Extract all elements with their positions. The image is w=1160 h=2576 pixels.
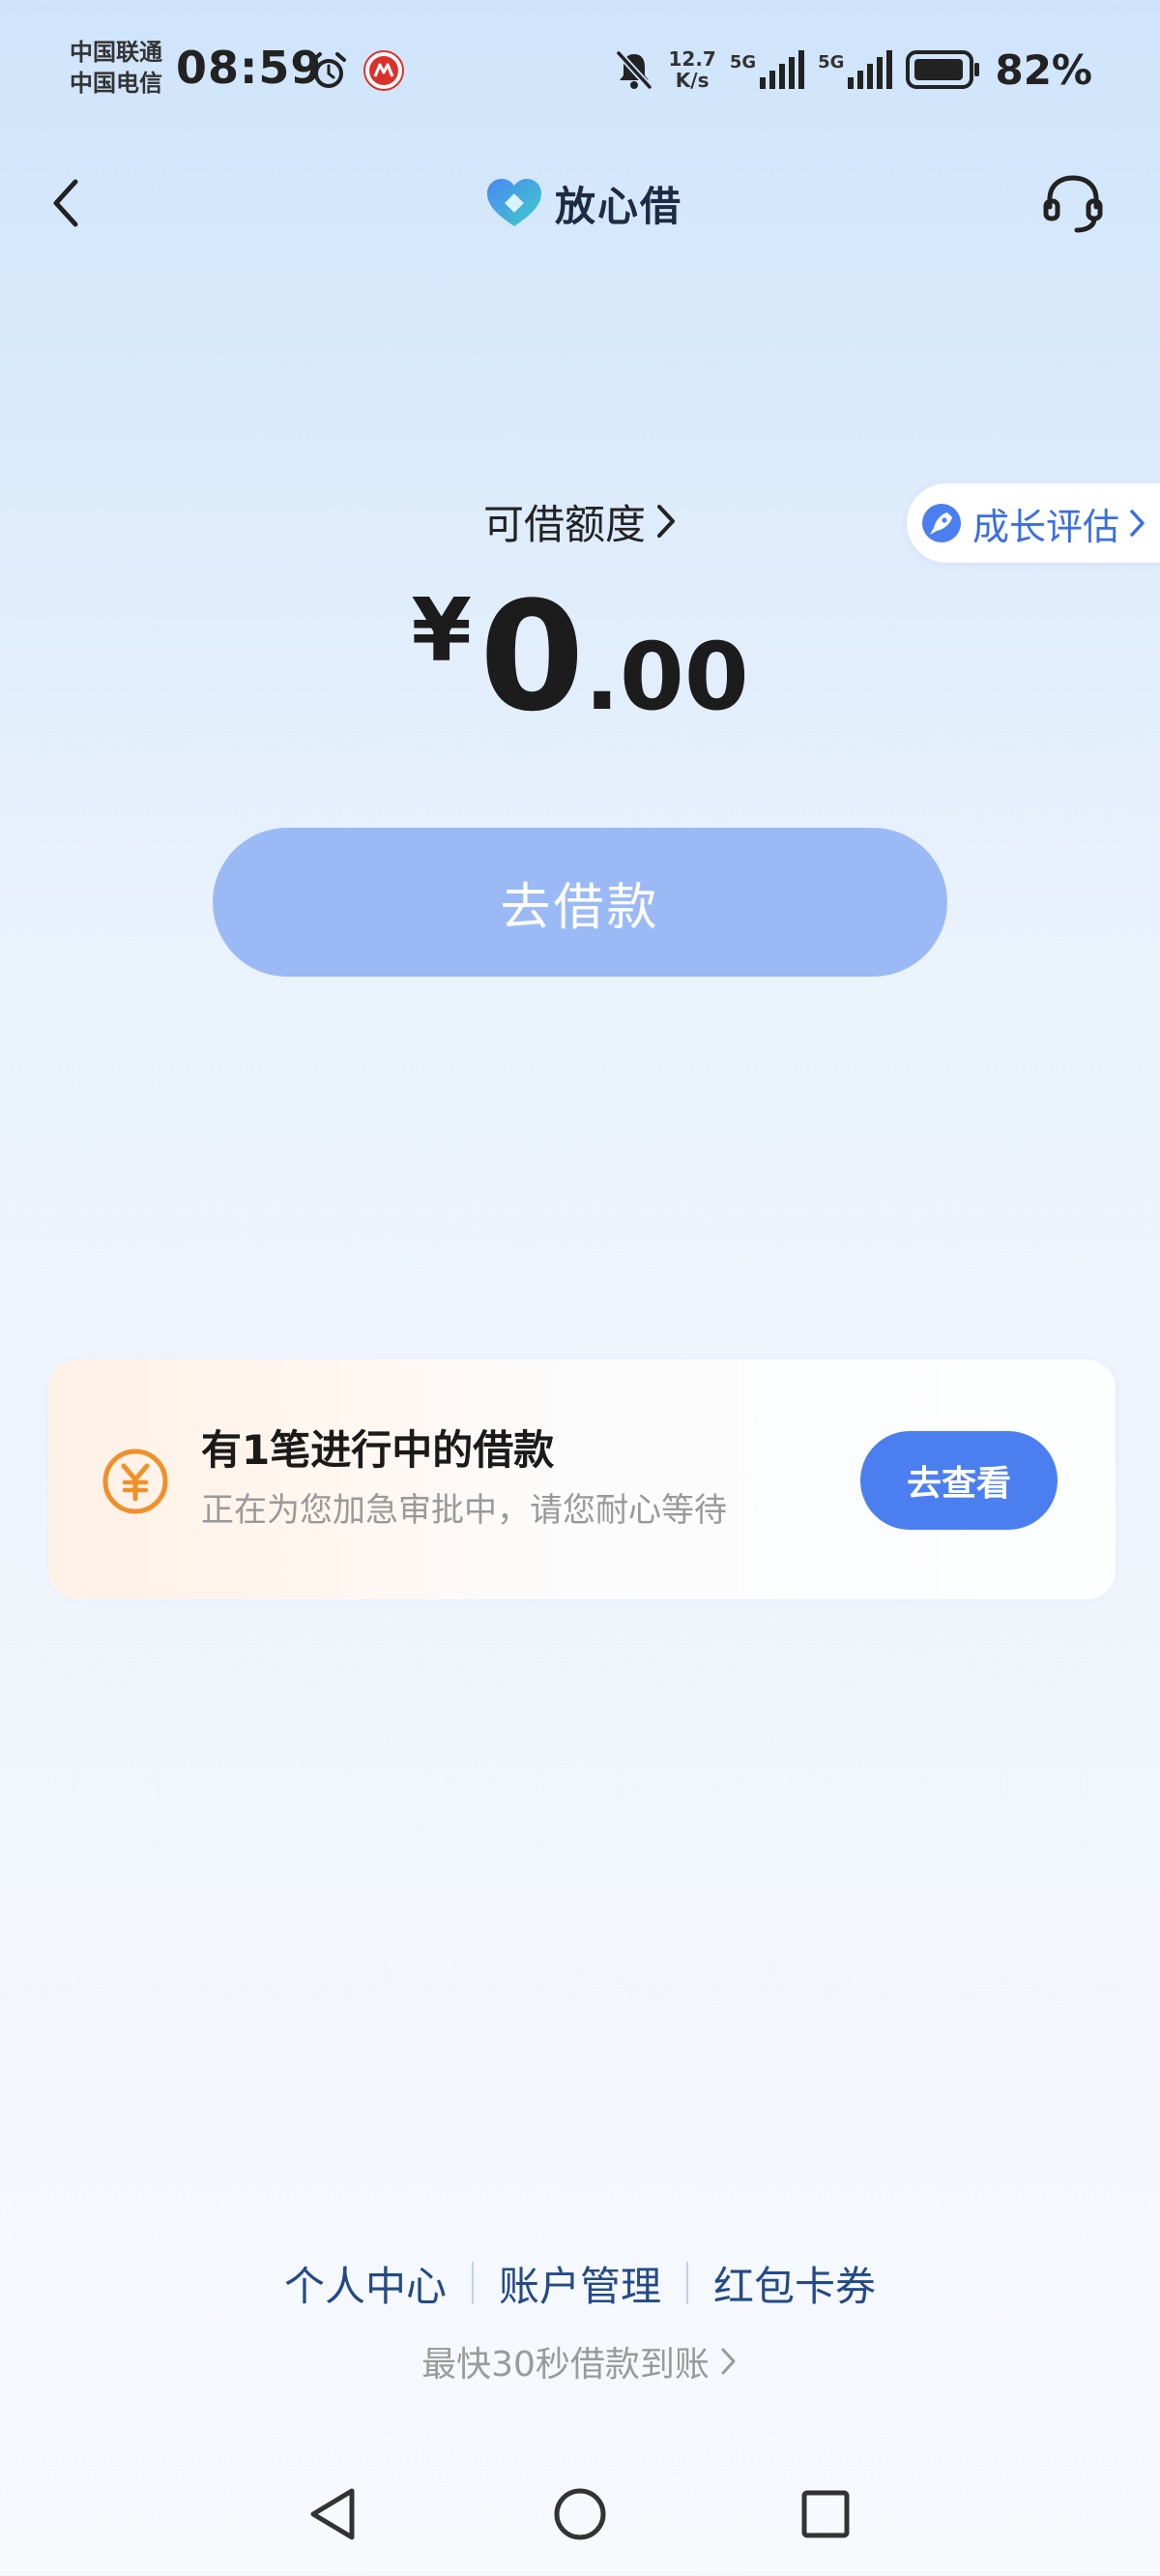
carrier-1: 中国联通 <box>70 39 162 66</box>
app-name: 放心借 <box>555 182 683 230</box>
signal-2-label: 5G <box>818 52 845 73</box>
signal-1-label: 5G <box>729 52 757 73</box>
battery-icon <box>906 50 980 89</box>
tagline-link[interactable]: 最快30秒借款到账 <box>0 2334 1160 2388</box>
signal-bars-icon <box>848 50 893 89</box>
amount-integer: 0 <box>479 569 585 745</box>
recents-square-icon[interactable] <box>777 2466 874 2562</box>
yuan-coin-icon <box>102 1449 168 1514</box>
bank-app-icon <box>363 50 404 91</box>
growth-assessment-label: 成长评估 <box>972 505 1120 548</box>
footer-link-personal-center[interactable]: 个人中心 <box>259 2254 472 2313</box>
borrow-button[interactable]: 去借款 <box>213 828 947 977</box>
app-brand: 放心借 <box>483 170 682 236</box>
credit-limit-label: 可借额度 <box>482 500 646 548</box>
system-navigation-bar <box>0 2466 1160 2562</box>
currency-symbol: ¥ <box>411 580 472 682</box>
status-bar: 中国联通 中国电信 08:59 12.7 K/s 5G 5G 82% <box>0 0 1160 145</box>
headset-icon[interactable] <box>1038 168 1108 238</box>
net-speed-unit: K/s <box>675 69 710 92</box>
mute-bell-icon <box>616 50 653 90</box>
chevron-left-icon[interactable] <box>39 170 93 236</box>
carrier-info: 中国联通 中国电信 <box>70 37 162 99</box>
signal-1: 5G <box>729 50 805 89</box>
back-triangle-icon[interactable] <box>286 2466 383 2562</box>
chevron-right-icon <box>1130 510 1145 537</box>
credit-amount: ¥0.00 <box>0 569 1160 745</box>
status-icons: 12.7 K/s 5G 5G 82% <box>614 43 1092 97</box>
amount-decimal: .00 <box>584 623 749 731</box>
growth-assessment-badge[interactable]: 成长评估 <box>907 483 1160 563</box>
footer-link-coupons[interactable]: 红包卡券 <box>688 2254 901 2313</box>
network-speed: 12.7 K/s <box>668 48 715 91</box>
alarm-icon <box>311 52 346 88</box>
loan-in-progress-card: 有1笔进行中的借款 正在为您加急审批中，请您耐心等待 去查看 <box>48 1360 1116 1599</box>
heart-logo-icon <box>487 179 541 226</box>
loan-card-subtitle: 正在为您加急审批中，请您耐心等待 <box>201 1491 727 1530</box>
rocket-icon <box>922 504 961 542</box>
carrier-2: 中国电信 <box>70 70 162 97</box>
view-loan-button[interactable]: 去查看 <box>860 1431 1058 1530</box>
clock: 08:59 <box>176 42 323 94</box>
loan-card-title: 有1笔进行中的借款 <box>201 1426 555 1474</box>
battery-percent: 82% <box>995 45 1092 94</box>
chevron-right-icon <box>721 2348 736 2375</box>
tagline-text: 最快30秒借款到账 <box>421 2345 710 2385</box>
footer-links: 个人中心 账户管理 红包卡券 <box>0 2249 1160 2317</box>
chevron-right-icon <box>657 505 675 538</box>
net-speed-value: 12.7 <box>668 47 716 71</box>
footer-link-account-management[interactable]: 账户管理 <box>474 2254 686 2313</box>
signal-bars-icon <box>760 50 805 89</box>
signal-2: 5G <box>818 50 893 89</box>
home-circle-icon[interactable] <box>532 2466 628 2562</box>
